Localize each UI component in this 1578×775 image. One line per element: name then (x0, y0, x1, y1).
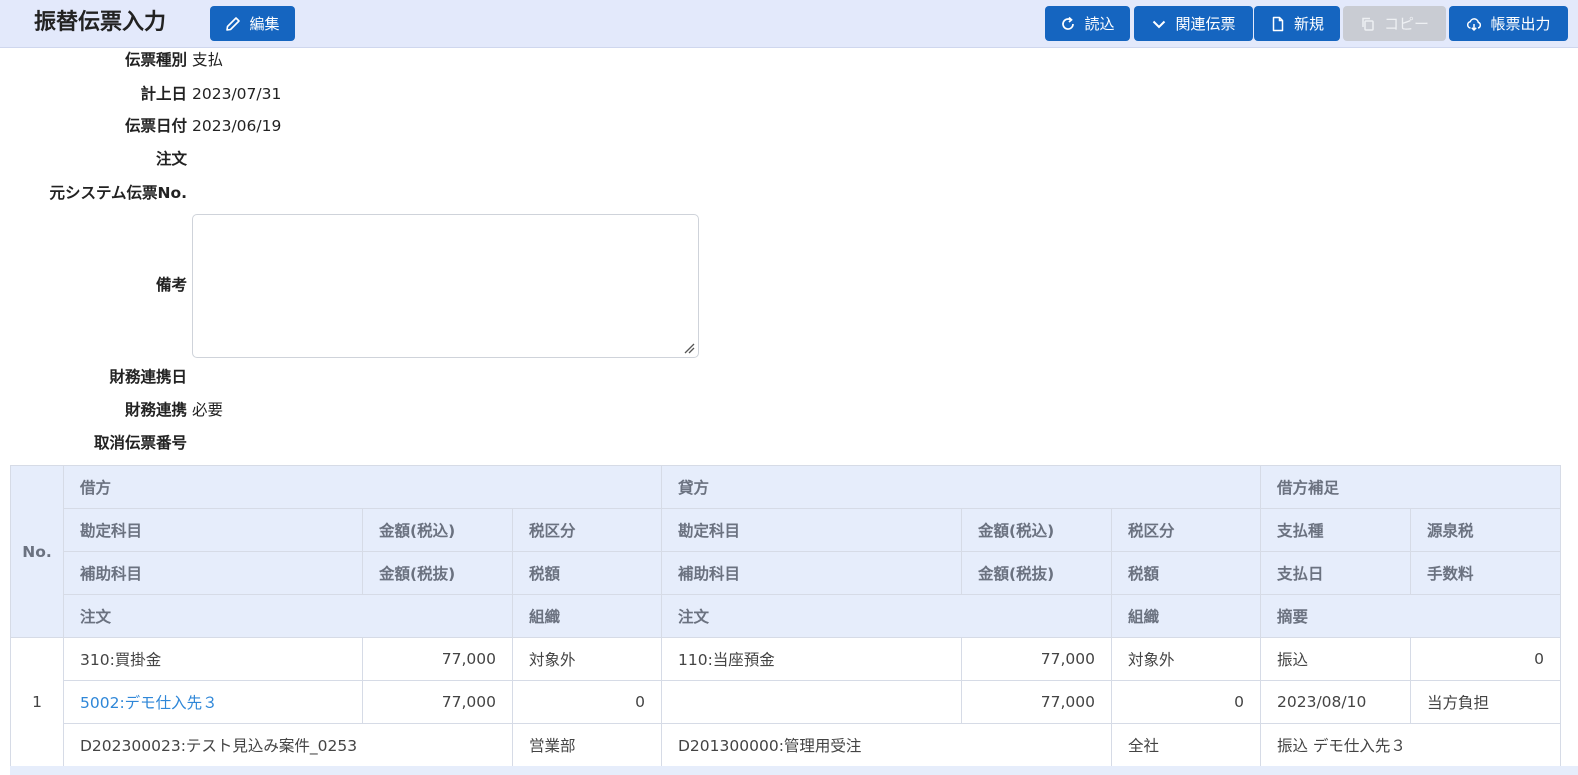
field-voucher-date: 伝票日付 2023/06/19 (0, 114, 400, 138)
cell-credit-order: D201300000:管理用受注 (661, 723, 1112, 767)
table-row: 5002:デモ仕入先３ 77,000 0 77,000 0 2023/08/10… (11, 680, 1561, 724)
column-header-credit-sub-account: 補助科目 (661, 551, 962, 595)
copy-icon (1362, 17, 1374, 31)
field-label: 元システム伝票No. (49, 184, 187, 202)
column-group-credit: 貸方 (661, 465, 1261, 509)
reload-button-label: 読込 (1084, 15, 1115, 33)
column-header-credit-org: 組織 (1111, 594, 1261, 638)
edit-button[interactable]: 編集 (210, 6, 295, 41)
cloud-download-icon (1467, 17, 1482, 31)
pencil-icon (226, 16, 241, 31)
cell-debit-org: 営業部 (512, 723, 662, 767)
field-label: 伝票種別 (124, 51, 187, 69)
field-label: 伝票日付 (124, 117, 187, 135)
column-header-debit-org: 組織 (512, 594, 662, 638)
table-row: 1 310:買掛金 77,000 対象外 110:当座預金 77,000 対象外… (10, 637, 1561, 767)
field-order: 注文 (0, 147, 400, 171)
field-cancel-voucher-no: 取消伝票番号 (0, 431, 400, 455)
column-header-debit-tax-amount: 税額 (512, 551, 662, 595)
field-value: 2023/06/19 (192, 117, 282, 135)
field-voucher-type: 伝票種別 支払 (0, 48, 400, 72)
column-header-debit-account: 勘定科目 (63, 508, 363, 552)
cell-debit-amount-excl: 77,000 (362, 680, 513, 724)
column-header-payment-date: 支払日 (1260, 551, 1411, 595)
reload-button[interactable]: 読込 (1045, 6, 1130, 41)
column-header-debit-amount-excl: 金額(税抜) (362, 551, 513, 595)
new-button-label: 新規 (1293, 15, 1324, 33)
cell-credit-org: 全社 (1111, 723, 1261, 767)
cell-credit-sub-account (661, 680, 962, 724)
debit-sub-account-link[interactable]: 5002:デモ仕入先３ (63, 680, 363, 724)
resize-grip-icon[interactable] (683, 342, 695, 354)
column-header-credit-amount-excl: 金額(税抜) (961, 551, 1112, 595)
table-row: D202300023:テスト見込み案件_0253 営業部 D201300000:… (11, 723, 1561, 767)
document-icon (1272, 16, 1284, 31)
column-header-no: No. (10, 465, 64, 638)
cell-payment-date: 2023/08/10 (1260, 680, 1411, 724)
header-bar: 振替伝票入力 編集 読込 関連伝票 新規 コピー 帳票出力 (0, 0, 1578, 48)
column-header-withholding: 源泉税 (1410, 508, 1561, 552)
print-report-button[interactable]: 帳票出力 (1449, 6, 1568, 41)
cell-credit-account: 110:当座預金 (661, 637, 962, 681)
edit-button-label: 編集 (249, 15, 280, 33)
field-finance-link-date: 財務連携日 (0, 365, 400, 389)
cell-summary: 振込 デモ仕入先３ (1260, 723, 1561, 767)
field-label: 計上日 (140, 85, 187, 103)
refresh-icon (1062, 16, 1075, 30)
related-vouchers-button-label: 関連伝票 (1175, 15, 1236, 33)
column-header-payment-type: 支払種 (1260, 508, 1411, 552)
field-label: 財務連携日 (109, 368, 187, 386)
column-header-debit-order: 注文 (63, 594, 513, 638)
cell-debit-tax-amount: 0 (512, 680, 662, 724)
field-label: 財務連携 (124, 401, 187, 419)
column-header-credit-amount-incl: 金額(税込) (961, 508, 1112, 552)
cell-no: 1 (10, 637, 64, 767)
copy-button-label: コピー (1383, 15, 1429, 33)
column-group-debit-supplement: 借方補足 (1260, 465, 1561, 509)
column-header-fee: 手数料 (1410, 551, 1561, 595)
print-report-button-label: 帳票出力 (1490, 15, 1551, 33)
cell-credit-tax-amount: 0 (1111, 680, 1261, 724)
column-header-summary: 摘要 (1260, 594, 1561, 638)
related-vouchers-button[interactable]: 関連伝票 (1134, 6, 1253, 41)
field-source-voucher-no: 元システム伝票No. (0, 181, 400, 205)
remarks-label: 備考 (155, 276, 187, 294)
cell-credit-amount-incl: 77,000 (961, 637, 1112, 681)
column-header-credit-tax-class: 税区分 (1111, 508, 1261, 552)
new-button[interactable]: 新規 (1254, 6, 1340, 41)
field-label: 注文 (155, 150, 187, 168)
field-label: 取消伝票番号 (93, 434, 187, 452)
column-header-debit-sub-account: 補助科目 (63, 551, 363, 595)
field-value: 2023/07/31 (192, 85, 282, 103)
cell-debit-amount-incl: 77,000 (362, 637, 513, 681)
field-value: 必要 (192, 401, 224, 419)
journal-line-1: 1 310:買掛金 77,000 対象外 110:当座預金 77,000 対象外… (10, 637, 1561, 767)
table-bottom-edge (10, 766, 1578, 775)
cell-withholding: 0 (1410, 637, 1561, 681)
cell-payment-type: 振込 (1260, 637, 1411, 681)
cell-debit-order: D202300023:テスト見込み案件_0253 (63, 723, 513, 767)
cell-debit-account: 310:買掛金 (63, 637, 363, 681)
remarks-textarea[interactable] (192, 214, 699, 358)
cell-credit-amount-excl: 77,000 (961, 680, 1112, 724)
cell-credit-tax-class: 対象外 (1111, 637, 1261, 681)
column-header-credit-tax-amount: 税額 (1111, 551, 1261, 595)
column-header-debit-tax-class: 税区分 (512, 508, 662, 552)
field-posting-date: 計上日 2023/07/31 (0, 82, 400, 106)
chevron-down-icon (1153, 20, 1166, 28)
column-group-debit: 借方 (63, 465, 662, 509)
column-header-credit-order: 注文 (661, 594, 1112, 638)
copy-button[interactable]: コピー (1343, 6, 1446, 41)
field-value: 支払 (192, 51, 224, 69)
column-header-credit-account: 勘定科目 (661, 508, 962, 552)
cell-debit-tax-class: 対象外 (512, 637, 662, 681)
cell-fee: 当方負担 (1410, 680, 1561, 724)
column-header-debit-amount-incl: 金額(税込) (362, 508, 513, 552)
table-scroll-edge (1560, 465, 1578, 775)
journal-lines-table: No. 借方 貸方 借方補足 勘定科目 金額(税込) 税区分 勘定科目 金額(税… (10, 465, 1561, 767)
page-title: 振替伝票入力 (34, 10, 167, 35)
field-finance-link: 財務連携 必要 (0, 398, 400, 422)
